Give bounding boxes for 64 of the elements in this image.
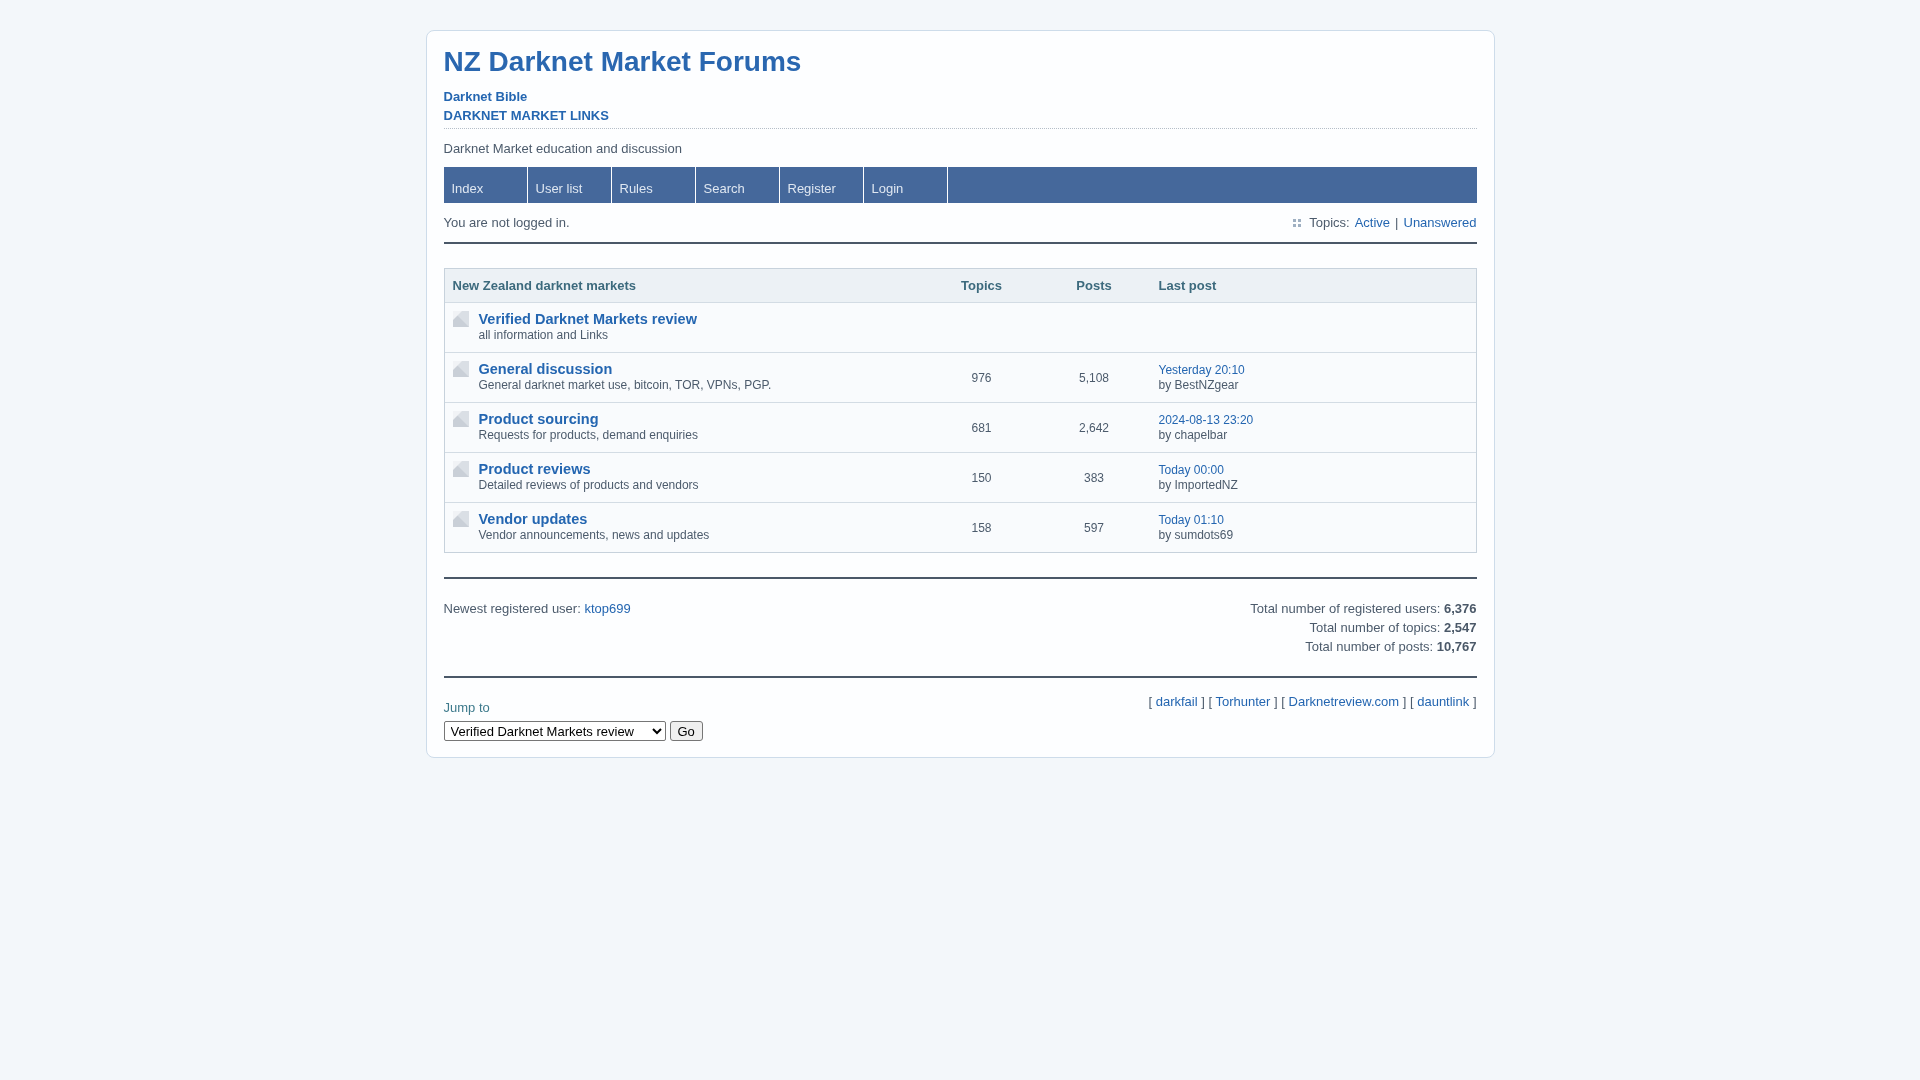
total-stat: Total number of registered users: 6,376 [1250, 600, 1477, 618]
column-header: Posts [1076, 278, 1112, 293]
site-description: Darknet Market education and discussion [443, 141, 682, 157]
forum-link[interactable]: General discussion [478, 360, 613, 378]
jump-to-label: Jump to [443, 700, 490, 716]
user-link[interactable]: ktop699 [584, 601, 631, 616]
topics-link[interactable]: Active [1354, 215, 1391, 230]
forum-description: all information and Links [478, 328, 608, 343]
topics-link[interactable]: Unanswered [1403, 215, 1477, 230]
column-header: Last post [1158, 278, 1217, 293]
forum-link[interactable]: Product reviews [478, 460, 591, 478]
last-post-author: by ImportedNZ [1158, 477, 1238, 493]
posts-count: 383 [1084, 470, 1104, 485]
forum-icon [452, 511, 469, 527]
external-links: [ darkfail ] [ Torhunter ] [ Darknetreview.com ] [ dauntlink ] [1148, 694, 1477, 710]
last-post-link[interactable]: Today 00:00 [1158, 462, 1224, 478]
site-title: NZ Darknet Market Forums [443, 45, 802, 79]
forum-link[interactable]: Product sourcing [478, 410, 599, 428]
last-post-link[interactable]: Today 01:10 [1158, 512, 1224, 528]
nav-tab[interactable]: Register [779, 167, 864, 203]
header-link[interactable]: DARKNET MARKET LINKS [443, 106, 609, 125]
login-status-text: You are not logged in. [443, 215, 570, 230]
total-stat: Total number of topics: 2,547 [1309, 619, 1477, 637]
nav-tab[interactable]: Login [863, 167, 948, 203]
column-header: Topics [961, 278, 1002, 293]
external-link[interactable]: darkfail [1155, 694, 1198, 709]
grid-icon [1293, 218, 1302, 227]
last-post-author: by sumdots69 [1158, 527, 1234, 543]
forum-icon [452, 411, 469, 427]
external-link[interactable]: dauntlink [1417, 694, 1470, 709]
posts-count: 5,108 [1079, 370, 1109, 385]
last-post-author: by chapelbar [1158, 427, 1228, 443]
nav-tab[interactable]: Index [443, 167, 528, 203]
external-link[interactable]: Torhunter [1215, 694, 1271, 709]
forum-description: Vendor announcements, news and updates [478, 528, 710, 543]
column-header: New Zealand darknet markets [452, 278, 637, 293]
forum-icon [452, 361, 469, 377]
newest-user-text: Newest registered user: ktop699 [443, 600, 631, 618]
topics-count: 150 [971, 470, 992, 485]
forum-select[interactable]: Verified Darknet Markets review [443, 721, 666, 741]
posts-count: 2,642 [1079, 420, 1109, 435]
topics-count: 158 [971, 520, 992, 535]
total-stat: Total number of posts: 10,767 [1305, 638, 1477, 656]
separator-text: | [1395, 215, 1399, 230]
header-link[interactable]: Darknet Bible [443, 87, 528, 106]
external-link[interactable]: Darknetreview.com [1288, 694, 1400, 709]
nav-tab[interactable]: Rules [611, 167, 696, 203]
last-post-link[interactable]: 2024-08-13 23:20 [1158, 412, 1254, 428]
forum-description: General darknet market use, bitcoin, TOR, VPNs, PGP. [478, 378, 772, 393]
posts-count: 597 [1084, 520, 1104, 535]
topics-label: Topics: [1309, 215, 1350, 230]
forum-link[interactable]: Vendor updates [478, 510, 588, 528]
last-post-author: by BestNZgear [1158, 377, 1239, 393]
last-post-link[interactable]: Yesterday 20:10 [1158, 362, 1245, 378]
topics-count: 681 [971, 420, 992, 435]
forum-description: Detailed reviews of products and vendors [478, 478, 699, 493]
forum-icon [452, 311, 469, 327]
nav-tab[interactable]: Search [695, 167, 780, 203]
go-button[interactable]: Go [669, 721, 703, 741]
forum-description: Requests for products, demand enquiries [478, 428, 698, 443]
nav-tab[interactable]: User list [527, 167, 612, 203]
topics-count: 976 [971, 370, 992, 385]
forum-link[interactable]: Verified Darknet Markets review [478, 310, 697, 328]
forum-icon [452, 461, 469, 477]
